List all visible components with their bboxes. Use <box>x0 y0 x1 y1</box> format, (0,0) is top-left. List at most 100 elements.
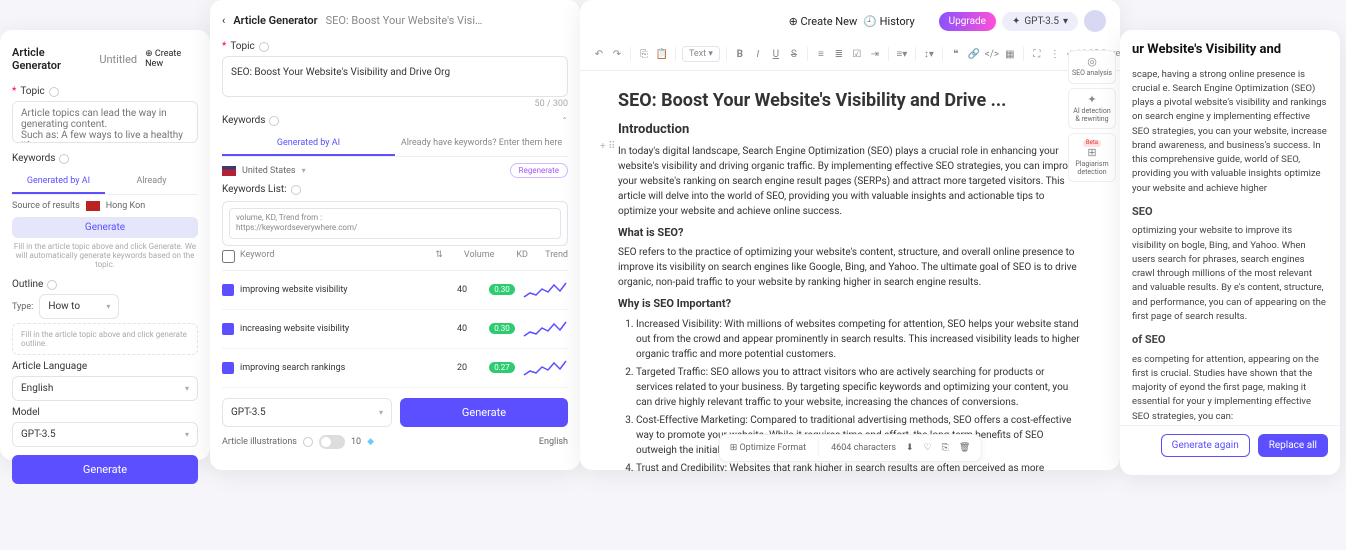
keyword-row[interactable]: increasing website visibility 40 0.30 <box>222 310 568 349</box>
illustrations-label: Article illustrations <box>222 437 297 447</box>
tab-generated-ai[interactable]: Generated by AI <box>222 132 395 156</box>
preview-para: scape, having a strong online presence i… <box>1132 68 1328 196</box>
create-new-button[interactable]: ⊕ Create New <box>789 15 858 28</box>
upgrade-button[interactable]: Upgrade <box>939 12 996 31</box>
breadcrumb-doc: SEO: Boost Your Website's Visibility and… <box>326 14 486 27</box>
align-icon[interactable]: ≡▾ <box>895 47 909 61</box>
strike-icon[interactable]: S <box>787 47 801 61</box>
regenerate-button[interactable]: Regenerate <box>510 163 568 178</box>
keyword-row[interactable]: improving website visibility 40 0.30 <box>222 271 568 310</box>
doc-li[interactable]: Targeted Traffic: SEO allows you to attr… <box>636 365 1082 410</box>
copy-icon[interactable]: ⎘ <box>942 443 949 453</box>
collapse-icon[interactable]: ⌃ <box>561 116 568 125</box>
lang-select[interactable]: English▾ <box>12 376 198 401</box>
tab-manual[interactable]: Already have keywords? Enter them here <box>395 132 568 156</box>
avatar[interactable] <box>1084 10 1106 32</box>
italic-icon[interactable]: I <box>751 47 765 61</box>
line-height-icon[interactable]: ↕▾ <box>922 47 936 61</box>
redo-icon[interactable]: ↷ <box>610 47 624 61</box>
model-select[interactable]: GPT-3.5▾ <box>222 398 392 427</box>
generate-button[interactable]: Generate <box>400 398 568 427</box>
create-new-button[interactable]: ⊕ Create New <box>145 49 198 69</box>
tab-generated-ai[interactable]: Generated by AI <box>12 170 105 194</box>
lang-label: Article Language <box>12 361 198 372</box>
model-label: Model <box>12 407 198 418</box>
country-select[interactable]: United States <box>242 166 296 176</box>
generate-again-button[interactable]: Generate again <box>1161 434 1250 457</box>
list-ul-icon[interactable]: ≡ <box>814 47 828 61</box>
indent-icon[interactable]: ⇥ <box>868 47 882 61</box>
topic-label: Topic <box>20 86 44 97</box>
keyword-row[interactable]: improving search rankings 20 0.27 <box>222 349 568 388</box>
checkbox[interactable] <box>222 284 234 296</box>
keyword-text: improving website visibility <box>240 285 442 295</box>
delete-icon[interactable]: 🗑 <box>959 443 970 453</box>
doc-title[interactable]: SEO: Boost Your Website's Visibility and… <box>618 87 1082 114</box>
sidepanel-item[interactable]: ✦AI detection & rewriting <box>1068 88 1116 129</box>
generate-hint: Fill in the article topic above and clic… <box>12 242 198 269</box>
doc-h-intro[interactable]: Introduction <box>618 120 1082 140</box>
keyword-volume: 20 <box>442 363 482 373</box>
doc-h-what[interactable]: What is SEO? <box>618 225 1082 242</box>
doc-p-intro[interactable]: In today's digital landscape, Search Eng… <box>618 144 1082 219</box>
doc-li[interactable]: Increased Visibility: With millions of w… <box>636 317 1082 362</box>
checkbox[interactable] <box>222 362 234 374</box>
topic-input[interactable] <box>12 101 198 143</box>
sidepanel-item[interactable]: ◎SEO analysis <box>1068 50 1116 84</box>
underline-icon[interactable]: U <box>769 47 783 61</box>
float-bar: ⊞ Optimize Format 4604 characters ⬇ ♡ ⎘ … <box>719 434 982 462</box>
text-style-select[interactable]: Text ▾ <box>682 46 720 62</box>
sidepanel-icon: ◎ <box>1071 56 1113 68</box>
keyword-text: increasing website visibility <box>240 324 442 334</box>
keywords-table-header: Keyword⇅ Volume KD Trend <box>222 246 568 271</box>
keywords-label: Keywords <box>12 153 55 164</box>
sidepanel-item[interactable]: Beta⊞Plagiarism detection <box>1068 133 1116 182</box>
generate-keywords-button[interactable]: Generate <box>12 217 198 238</box>
doc-p-what[interactable]: SEO refers to the practice of optimizing… <box>618 245 1082 290</box>
illustrations-toggle[interactable] <box>319 435 345 449</box>
optimize-format-button[interactable]: ⊞ Optimize Format <box>730 443 806 453</box>
topic-input[interactable]: SEO: Boost Your Website's Visibility and… <box>231 67 450 78</box>
drag-handle-icon[interactable]: + ⠿ <box>600 139 615 154</box>
preview-h2: SEO <box>1132 204 1328 221</box>
copy-icon[interactable]: ⎘ <box>637 47 651 61</box>
preview-para: es competing for attention, appearing on… <box>1132 353 1328 424</box>
keyword-volume: 40 <box>442 324 482 334</box>
doc-li[interactable]: Trust and Credibility: Websites that ran… <box>636 461 1082 472</box>
lang-display[interactable]: English <box>539 437 568 447</box>
history-button[interactable]: 🕘 History <box>863 15 914 28</box>
undo-icon[interactable]: ↶ <box>592 47 606 61</box>
link-icon[interactable]: 🔗 <box>967 47 981 61</box>
tab-manual[interactable]: Already <box>105 170 198 194</box>
fullscreen-icon[interactable]: ⛶ <box>1030 47 1044 61</box>
download-icon[interactable]: ⬇ <box>906 443 914 453</box>
type-select[interactable]: How to <box>48 301 80 312</box>
model-pill[interactable]: ✦ GPT-3.5 ▾ <box>1002 12 1078 31</box>
document-body[interactable]: + ⠿ SEO: Boost Your Website's Visibility… <box>580 71 1120 471</box>
hint-icon <box>291 185 301 195</box>
paste-icon[interactable]: 📋 <box>655 47 669 61</box>
replace-all-button[interactable]: Replace all <box>1258 434 1328 457</box>
more-icon[interactable]: ⋮ <box>1048 47 1062 61</box>
flag-icon <box>86 201 100 211</box>
checkbox[interactable] <box>222 323 234 335</box>
image-icon[interactable]: ▦ <box>1003 47 1017 61</box>
quote-icon[interactable]: ❝ <box>949 47 963 61</box>
doc-h-why[interactable]: Why is SEO Important? <box>618 296 1082 313</box>
breadcrumb: Article Generator Untitled ⊕ Create New <box>12 42 198 80</box>
code-icon[interactable]: </> <box>985 47 999 61</box>
select-all-checkbox[interactable] <box>222 250 235 263</box>
flag-us-icon <box>222 166 236 176</box>
heart-icon[interactable]: ♡ <box>924 443 932 453</box>
bold-icon[interactable]: B <box>733 47 747 61</box>
country[interactable]: Hong Kon <box>106 201 145 211</box>
outline-label: Outline <box>12 279 43 290</box>
keyword-trend <box>522 318 568 340</box>
keywords-source: volume, KD, Trend from : https://keyword… <box>229 208 561 239</box>
back-icon[interactable]: ‹ <box>222 14 225 27</box>
generate-button[interactable]: Generate <box>12 455 198 484</box>
list-ol-icon[interactable]: ≣ <box>832 47 846 61</box>
hint-icon <box>47 280 57 290</box>
list-check-icon[interactable]: ☑ <box>850 47 864 61</box>
model-select[interactable]: GPT-3.5▾ <box>12 422 198 447</box>
